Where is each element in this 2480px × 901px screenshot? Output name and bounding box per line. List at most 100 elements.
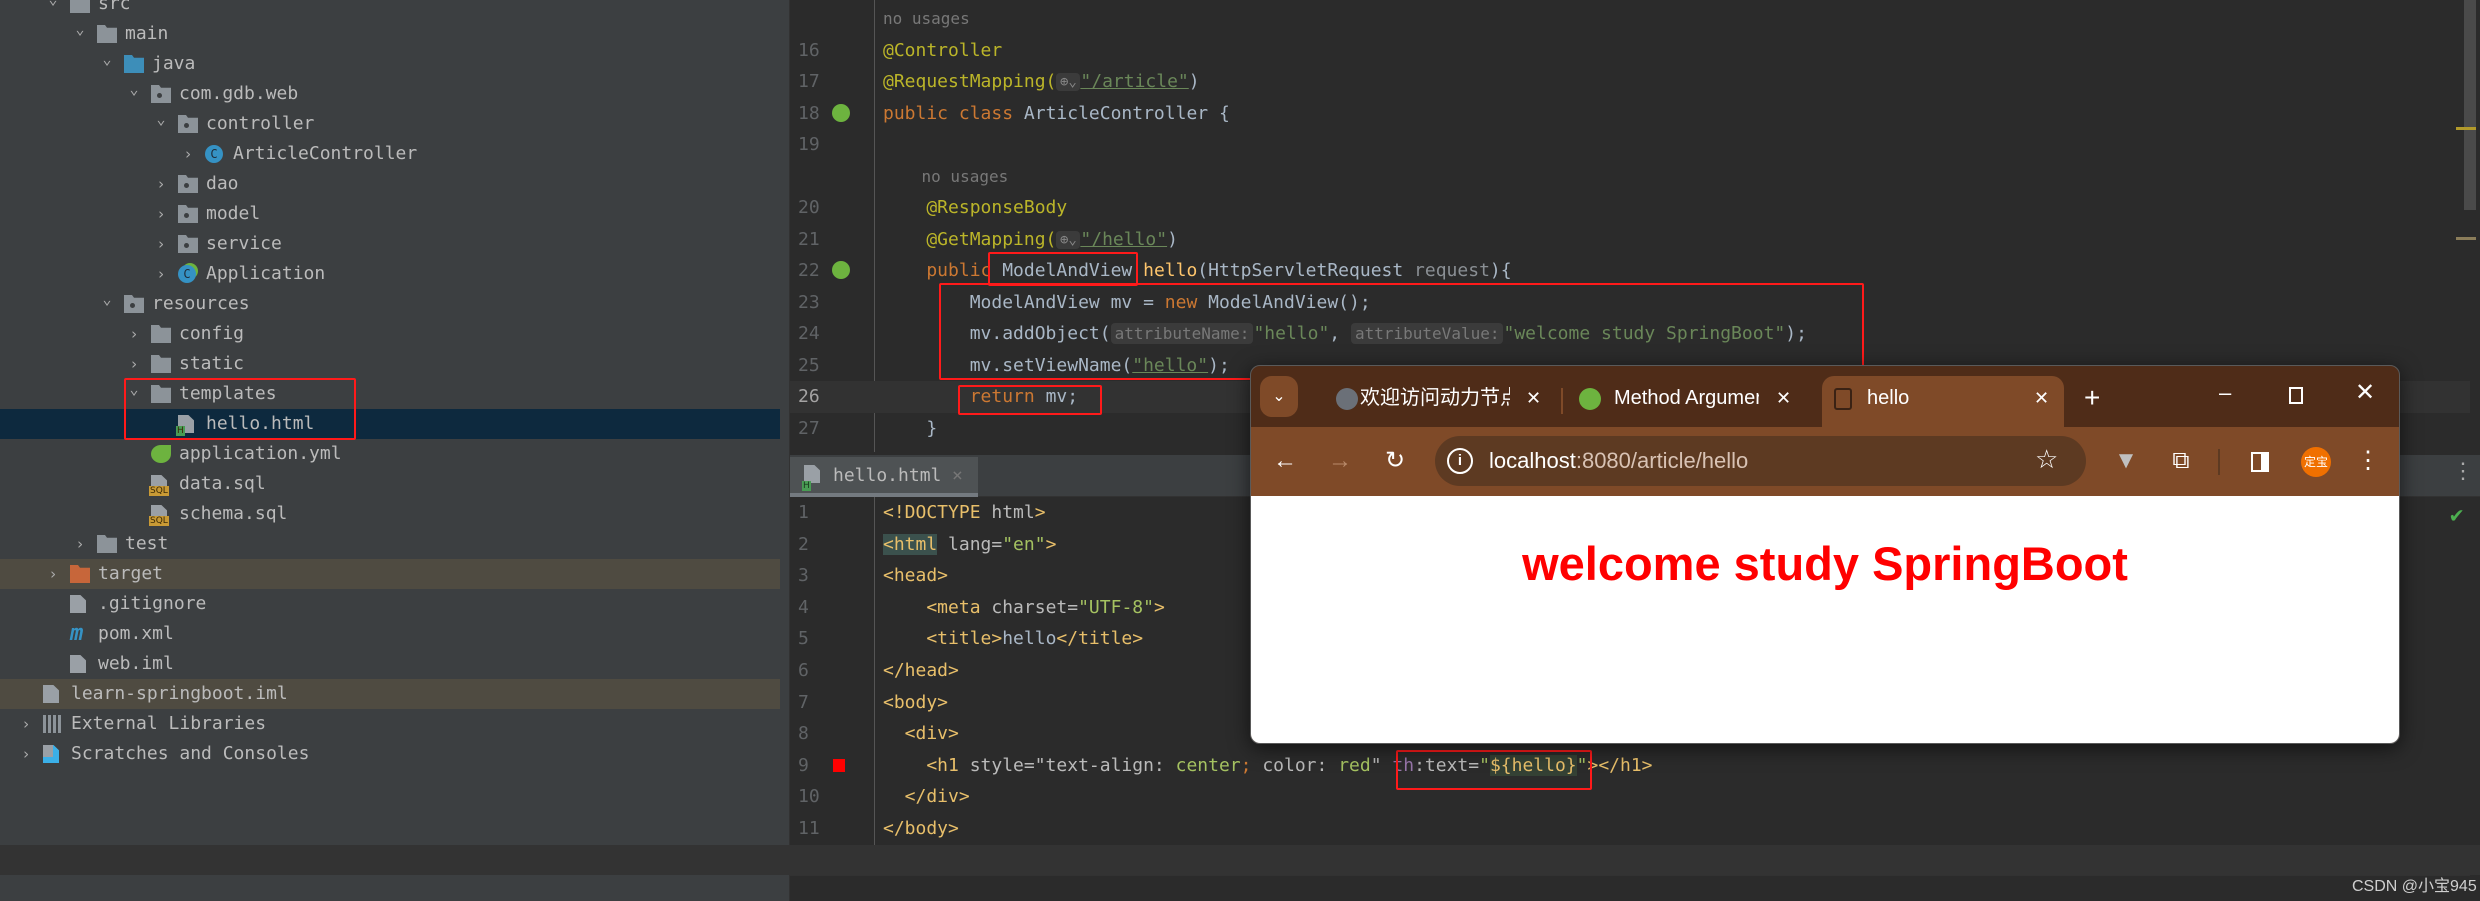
code-text[interactable]: <meta charset="UTF-8"> — [883, 592, 1164, 624]
chevron-right-icon[interactable]: › — [181, 139, 195, 169]
code-text[interactable]: <html lang="en"> — [883, 529, 1056, 561]
chevron-down-icon[interactable]: ⌄ — [46, 0, 60, 14]
tree-item[interactable]: ⌄ com.gdb.web — [0, 79, 780, 109]
code-text[interactable]: <h1 style="text-align: center; color: re… — [883, 750, 1653, 782]
code-text[interactable]: <div> — [883, 718, 959, 750]
chevron-right-icon[interactable]: › — [154, 229, 168, 259]
tree-item[interactable]: SQL schema.sql — [0, 499, 780, 529]
chevron-down-icon[interactable]: ⌄ — [127, 374, 141, 404]
tree-item[interactable]: m pom.xml — [0, 619, 780, 649]
inlay-hint[interactable]: no usages — [883, 161, 1009, 193]
code-text[interactable]: @RequestMapping(⊕⌄ "/article") — [883, 66, 1200, 98]
code-text[interactable]: } — [883, 413, 937, 445]
code-text[interactable]: mv.addObject(attributeName: "hello", attr… — [883, 318, 1807, 350]
profile-avatar[interactable]: 定宝 — [2301, 447, 2331, 477]
maximize-button[interactable] — [2289, 387, 2303, 404]
chevron-right-icon[interactable]: › — [154, 199, 168, 229]
code-text[interactable]: public class ArticleController { — [883, 98, 1230, 130]
code-text[interactable]: mv.setViewName("hello"); — [883, 350, 1230, 382]
warning-marker[interactable] — [2456, 127, 2476, 130]
tab-search-button[interactable]: ⌄ — [1260, 376, 1298, 417]
close-window-button[interactable]: ✕ — [2355, 378, 2375, 407]
code-text[interactable]: <!DOCTYPE html> — [883, 497, 1046, 529]
reload-button[interactable]: ↻ — [1377, 443, 1413, 479]
spring-bean-icon[interactable] — [832, 103, 850, 122]
menu-icon[interactable]: ⋮ — [2350, 443, 2386, 479]
tree-item[interactable]: › Scratches and Consoles — [0, 739, 780, 769]
tree-item[interactable]: › C Application — [0, 259, 780, 289]
code-text[interactable]: @GetMapping(⊕⌄ "/hello") — [883, 224, 1178, 256]
chevron-right-icon[interactable]: › — [19, 739, 33, 769]
forward-button[interactable]: → — [1322, 443, 1358, 479]
close-tab-icon[interactable]: ✕ — [1776, 376, 1791, 420]
tree-item[interactable]: ⌄ main — [0, 19, 780, 49]
tree-item[interactable]: ⌄ resources — [0, 289, 780, 319]
warning-marker[interactable] — [2456, 237, 2476, 240]
inlay-hint[interactable]: no usages — [883, 3, 970, 35]
tree-item[interactable]: › C ArticleController — [0, 139, 780, 169]
code-text[interactable]: </body> — [883, 813, 959, 845]
code-text[interactable]: <body> — [883, 687, 948, 719]
browser-tab[interactable]: 欢迎访问动力节点 ✕ — [1321, 376, 1561, 427]
more-options-icon[interactable]: ⋮ — [2452, 459, 2474, 484]
minimize-button[interactable]: – — [2219, 380, 2231, 406]
code-text[interactable]: </head> — [883, 655, 959, 687]
tab-hello-html[interactable]: H hello.html × — [790, 457, 978, 497]
tree-item[interactable]: .gitignore — [0, 589, 780, 619]
tree-item[interactable]: web.iml — [0, 649, 780, 679]
close-tab-icon[interactable]: × — [952, 457, 963, 495]
code-text[interactable]: public ModelAndView hello(HttpServletReq… — [883, 255, 1511, 287]
code-text[interactable]: <head> — [883, 560, 948, 592]
endpoint-globe-icon[interactable]: ⊕⌄ — [1056, 230, 1081, 249]
chevron-down-icon[interactable]: ⌄ — [100, 44, 114, 74]
chevron-right-icon[interactable]: › — [73, 529, 87, 559]
tree-item[interactable]: › model — [0, 199, 780, 229]
tree-item[interactable]: › static — [0, 349, 780, 379]
spring-mapping-icon[interactable] — [832, 261, 850, 279]
endpoint-globe-icon[interactable]: ⊕⌄ — [1056, 73, 1081, 91]
close-tab-icon[interactable]: ✕ — [2034, 376, 2049, 420]
code-text[interactable]: @Controller — [883, 35, 1002, 67]
editor-scrollbar[interactable] — [2464, 0, 2476, 210]
tree-item[interactable]: › service — [0, 229, 780, 259]
browser-tab[interactable]: Method Argumer ✕ — [1576, 376, 1816, 427]
code-text[interactable]: return mv; — [883, 381, 1078, 413]
side-panel-icon[interactable] — [2251, 452, 2269, 472]
chevron-right-icon[interactable]: › — [154, 169, 168, 199]
tree-item[interactable]: application.yml — [0, 439, 780, 469]
site-info-icon[interactable]: i — [1447, 448, 1473, 474]
tree-item[interactable]: SQL data.sql — [0, 469, 780, 499]
breakpoint-icon[interactable] — [833, 758, 845, 772]
close-tab-icon[interactable]: ✕ — [1526, 376, 1541, 420]
tree-item[interactable]: › External Libraries — [0, 709, 780, 739]
bookmark-star-icon[interactable]: ☆ — [2035, 444, 2058, 475]
address-bar[interactable]: i localhost:8080/article/hello ☆ — [1435, 436, 2086, 486]
tree-item[interactable]: ⌄ src — [0, 0, 780, 19]
tree-item[interactable]: ⌄ java — [0, 49, 780, 79]
code-text[interactable]: <title>hello</title> — [883, 623, 1143, 655]
tree-item[interactable]: ⌄ templates — [0, 379, 780, 409]
code-text[interactable]: @ResponseBody — [883, 192, 1067, 224]
new-tab-button[interactable]: + — [2084, 382, 2100, 414]
tree-item[interactable]: Hhello.html — [0, 409, 780, 439]
chevron-right-icon[interactable]: › — [127, 319, 141, 349]
tree-item[interactable]: learn-springboot.iml — [0, 679, 780, 709]
chevron-right-icon[interactable]: › — [19, 709, 33, 739]
browser-tab-active[interactable]: hello ✕ — [1822, 376, 2064, 427]
tree-item[interactable]: › test — [0, 529, 780, 559]
tree-item[interactable]: › target — [0, 559, 780, 589]
code-text[interactable]: </div> — [883, 781, 970, 813]
extensions-icon[interactable]: ⧉ — [2163, 443, 2199, 479]
chevron-down-icon[interactable]: ⌄ — [127, 74, 141, 104]
vue-devtools-icon[interactable]: ▼ — [2108, 443, 2144, 479]
chevron-down-icon[interactable]: ⌄ — [100, 284, 114, 314]
back-button[interactable]: ← — [1267, 443, 1303, 479]
tree-item[interactable]: ⌄ controller — [0, 109, 780, 139]
tree-item[interactable]: › config — [0, 319, 780, 349]
chevron-down-icon[interactable]: ⌄ — [73, 14, 87, 44]
code-text[interactable]: ModelAndView mv = new ModelAndView(); — [883, 287, 1371, 319]
chevron-right-icon[interactable]: › — [46, 559, 60, 589]
chevron-right-icon[interactable]: › — [154, 259, 168, 289]
chevron-down-icon[interactable]: ⌄ — [154, 104, 168, 134]
tree-item[interactable]: › dao — [0, 169, 780, 199]
